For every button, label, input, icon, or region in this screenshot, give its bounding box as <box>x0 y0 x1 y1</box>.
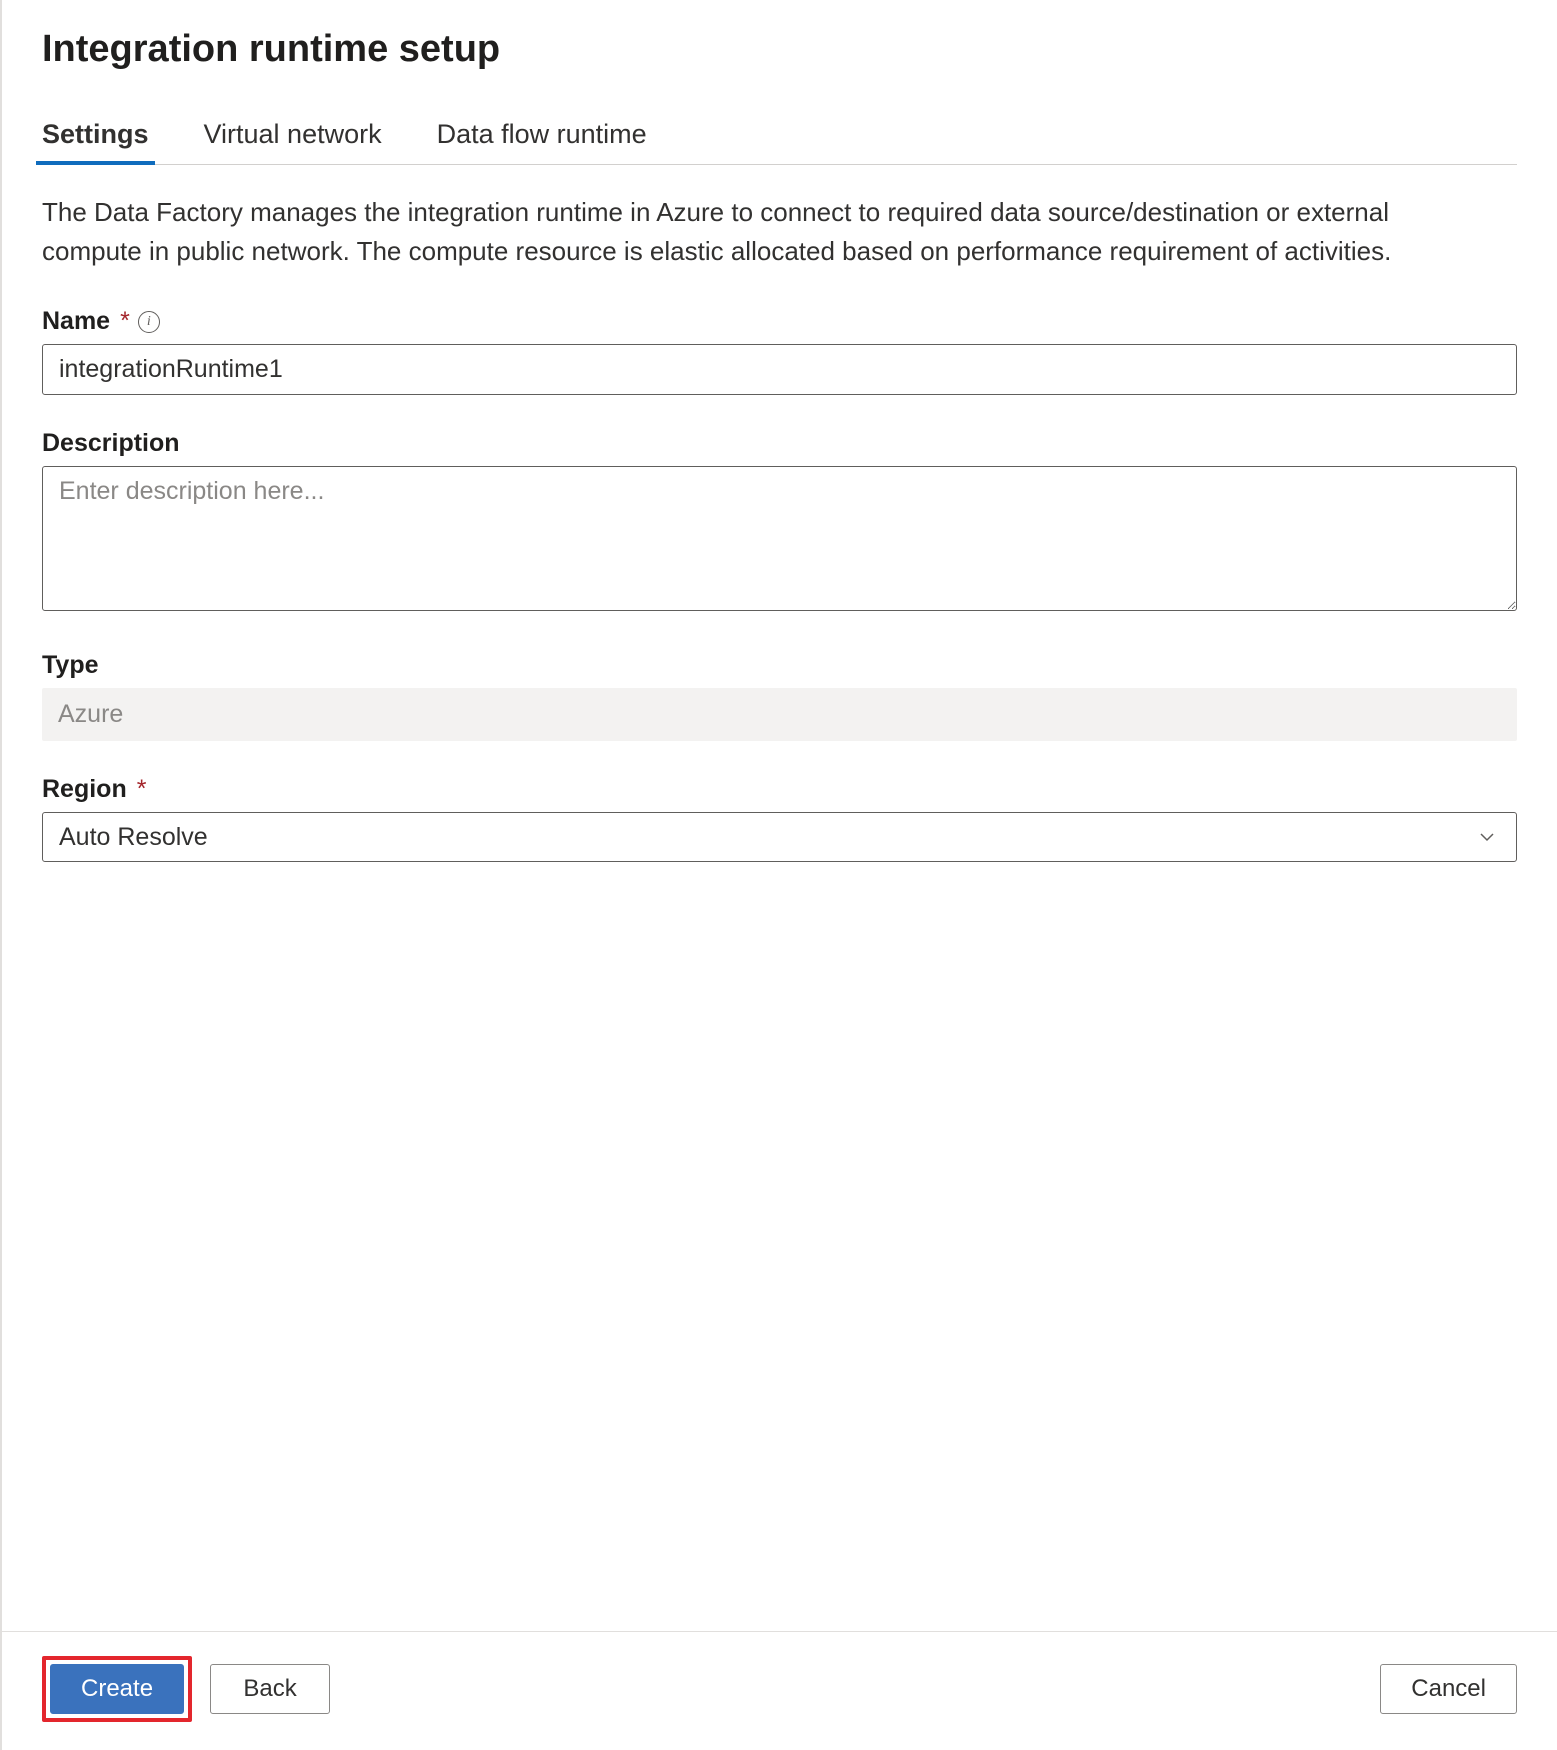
required-indicator: * <box>120 307 130 336</box>
page-title: Integration runtime setup <box>42 28 1517 71</box>
name-input[interactable] <box>42 344 1517 395</box>
field-name: Name * i <box>42 307 1517 395</box>
tab-virtual-network[interactable]: Virtual network <box>204 111 382 164</box>
region-select-wrap: Auto Resolve <box>42 812 1517 862</box>
panel-content: Integration runtime setup Settings Virtu… <box>2 0 1557 1631</box>
field-region-label-row: Region * <box>42 775 1517 804</box>
description-textarea[interactable] <box>42 466 1517 611</box>
type-readonly-value: Azure <box>42 688 1517 741</box>
tab-data-flow-runtime[interactable]: Data flow runtime <box>437 111 647 164</box>
back-button[interactable]: Back <box>210 1664 330 1714</box>
field-region-label: Region <box>42 775 127 804</box>
field-description-label: Description <box>42 429 180 458</box>
tab-description-text: The Data Factory manages the integration… <box>42 193 1442 271</box>
field-type-label-row: Type <box>42 651 1517 680</box>
tab-bar: Settings Virtual network Data flow runti… <box>42 111 1517 165</box>
field-name-label: Name <box>42 307 110 336</box>
field-type-label: Type <box>42 651 99 680</box>
field-description: Description <box>42 429 1517 617</box>
field-type: Type Azure <box>42 651 1517 741</box>
create-button[interactable]: Create <box>50 1664 184 1714</box>
required-indicator: * <box>137 775 147 804</box>
tab-settings[interactable]: Settings <box>42 111 149 164</box>
region-select[interactable]: Auto Resolve <box>42 812 1517 862</box>
field-name-label-row: Name * i <box>42 307 1517 336</box>
cancel-button[interactable]: Cancel <box>1380 1664 1517 1714</box>
info-icon[interactable]: i <box>138 311 160 333</box>
field-region: Region * Auto Resolve <box>42 775 1517 862</box>
create-button-highlight: Create <box>42 1656 192 1722</box>
field-description-label-row: Description <box>42 429 1517 458</box>
panel-footer: Create Back Cancel <box>2 1631 1557 1750</box>
integration-runtime-setup-panel: Integration runtime setup Settings Virtu… <box>0 0 1557 1750</box>
